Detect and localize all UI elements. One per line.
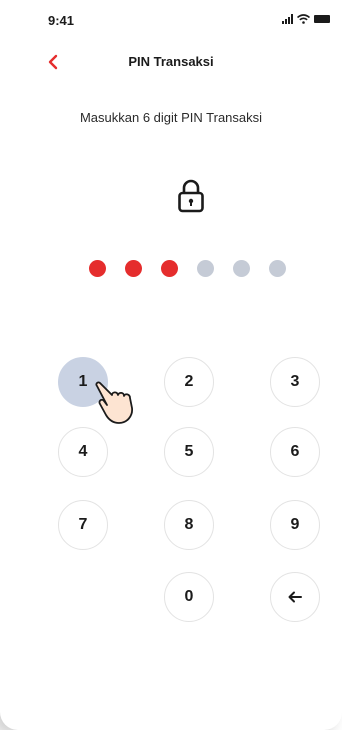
keypad-key-6[interactable]: 6 bbox=[270, 427, 320, 477]
keypad-key-1[interactable]: 1 bbox=[58, 357, 108, 407]
keypad-key-8[interactable]: 8 bbox=[164, 500, 214, 550]
pin-indicator bbox=[89, 260, 286, 277]
pin-dot-empty bbox=[269, 260, 286, 277]
wifi-icon bbox=[297, 14, 310, 24]
status-bar: 9:41 bbox=[0, 0, 342, 36]
battery-icon bbox=[314, 15, 330, 23]
phone-screen: 9:41 PIN Transaksi Masukkan 6 digit PIN … bbox=[0, 0, 342, 730]
pin-dot-filled bbox=[125, 260, 142, 277]
keypad-key-5[interactable]: 5 bbox=[164, 427, 214, 477]
keypad-key-7[interactable]: 7 bbox=[58, 500, 108, 550]
arrow-left-icon bbox=[288, 591, 302, 603]
keypad-key-4[interactable]: 4 bbox=[58, 427, 108, 477]
keypad-key-3[interactable]: 3 bbox=[270, 357, 320, 407]
header: PIN Transaksi bbox=[0, 46, 342, 76]
keypad-key-0[interactable]: 0 bbox=[164, 572, 214, 622]
lock-icon bbox=[178, 179, 204, 213]
signal-icon bbox=[282, 14, 293, 24]
status-icons bbox=[282, 14, 330, 24]
status-time: 9:41 bbox=[48, 13, 75, 28]
pin-dot-filled bbox=[161, 260, 178, 277]
backspace-button[interactable] bbox=[270, 572, 320, 622]
page-title: PIN Transaksi bbox=[128, 54, 214, 69]
pin-dot-empty bbox=[233, 260, 250, 277]
pin-instruction: Masukkan 6 digit PIN Transaksi bbox=[79, 110, 263, 125]
pin-dot-filled bbox=[89, 260, 106, 277]
pin-dot-empty bbox=[197, 260, 214, 277]
keypad-key-2[interactable]: 2 bbox=[164, 357, 214, 407]
keypad-key-9[interactable]: 9 bbox=[270, 500, 320, 550]
